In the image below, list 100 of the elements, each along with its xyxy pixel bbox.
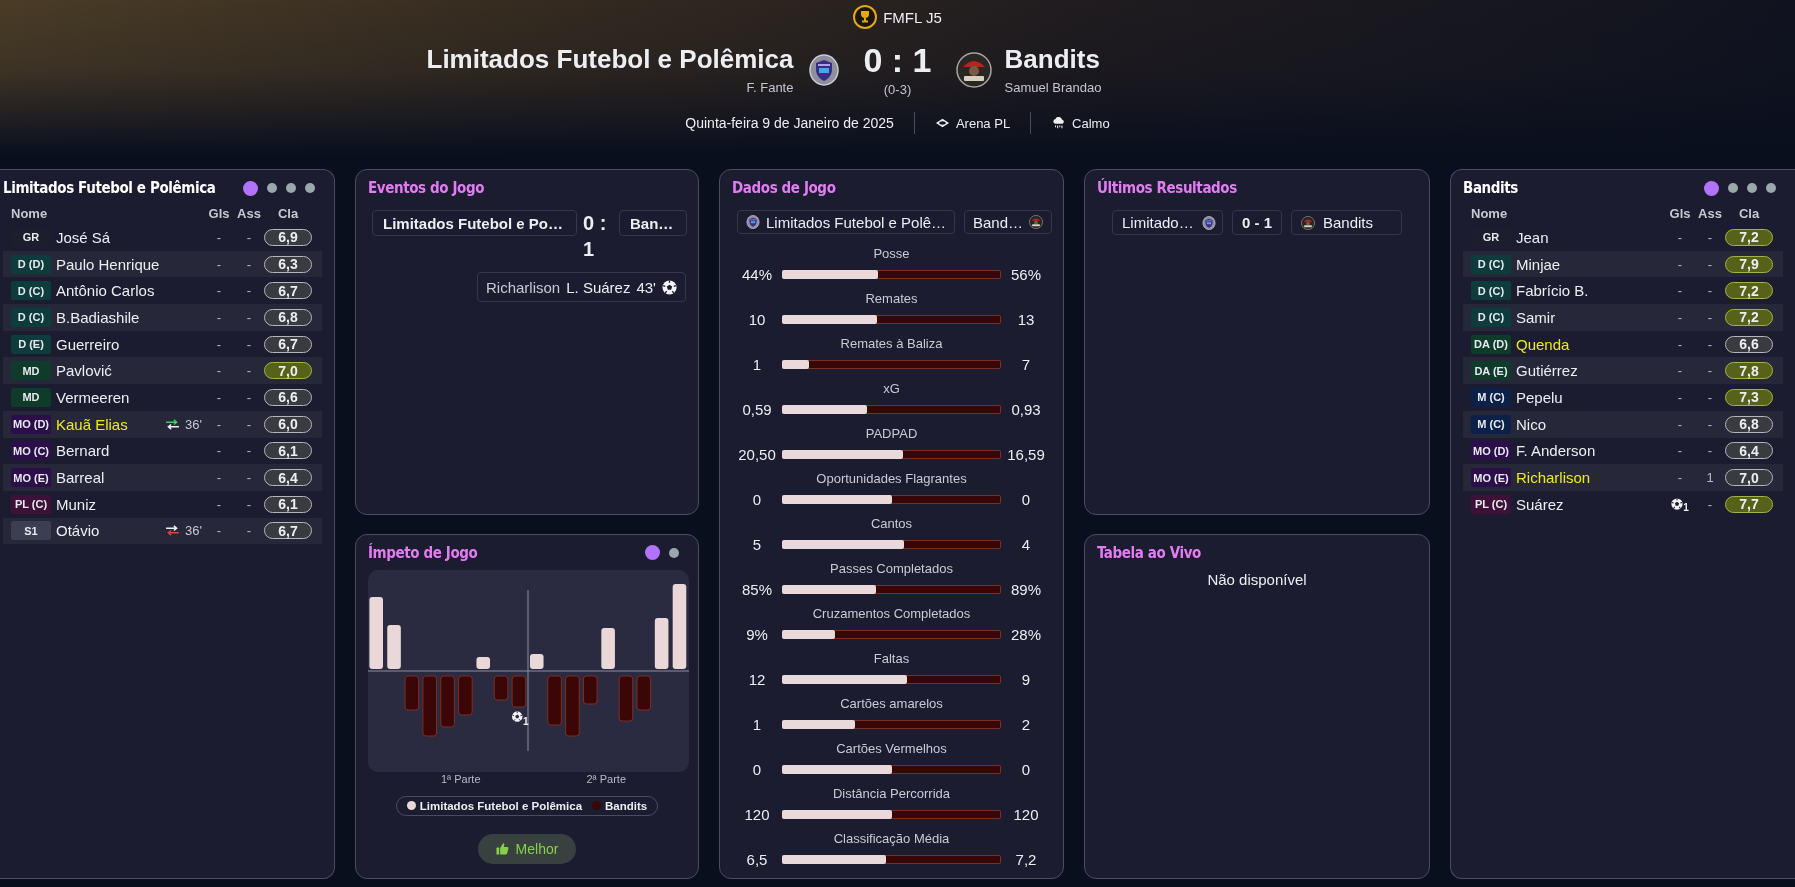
away-stat-value: 4 xyxy=(1021,535,1031,553)
assists-value: - xyxy=(1707,336,1713,352)
player-name[interactable]: Richarlison xyxy=(1516,469,1591,487)
away-coach-name: Samuel Brandao xyxy=(1004,80,1102,96)
goals-value: - xyxy=(1677,309,1683,325)
player-name[interactable]: Minjae xyxy=(1516,255,1561,273)
rain-cloud-icon xyxy=(1051,117,1067,129)
shield-crest-icon xyxy=(809,54,840,86)
rating-pill: 7,7 xyxy=(1725,495,1773,513)
home-coach-name: F. Fante xyxy=(746,80,794,96)
page-dot[interactable] xyxy=(669,547,679,558)
home-momentum-bar xyxy=(654,617,669,669)
player-name[interactable]: Jean xyxy=(1516,228,1549,246)
page-dot[interactable] xyxy=(1747,183,1757,193)
player-name[interactable]: Muniz xyxy=(56,495,96,513)
away-team-box: Band… xyxy=(964,210,1053,234)
column-header: Ass xyxy=(1697,206,1723,221)
assists-value: - xyxy=(1707,309,1713,325)
player-name[interactable]: Pepelu xyxy=(1516,388,1563,406)
assists-value: - xyxy=(246,470,252,486)
away-momentum-bar xyxy=(547,675,562,725)
event-score: 0 : 1 xyxy=(583,211,608,262)
rating-pill: 6,7 xyxy=(264,335,312,353)
page-dot[interactable] xyxy=(1728,183,1738,193)
assists-value: 1 xyxy=(1706,470,1714,486)
assists-value: - xyxy=(246,389,252,405)
position-tag: S1 xyxy=(11,521,51,541)
column-header: Cla xyxy=(1737,206,1761,221)
player-name[interactable]: Nico xyxy=(1516,415,1546,433)
position-tag: DA (E) xyxy=(1471,361,1511,381)
page-dot[interactable] xyxy=(243,180,258,196)
goals-value: - xyxy=(216,523,222,539)
player-name[interactable]: Suárez xyxy=(1516,495,1564,513)
rating-pill: 6,4 xyxy=(1725,442,1773,460)
player-name[interactable]: Barreal xyxy=(56,469,105,487)
stat-label: Remates à Baliza xyxy=(840,335,943,353)
ball-icon xyxy=(662,279,677,295)
page-dot[interactable] xyxy=(645,545,660,560)
goals-value: - xyxy=(1677,389,1683,405)
rating-pill: 6,4 xyxy=(264,469,312,487)
best-button[interactable]: Melhor xyxy=(478,833,576,864)
player-name[interactable]: Gutiérrez xyxy=(1516,362,1578,380)
page-dot[interactable] xyxy=(305,183,315,193)
goal-count: 1 xyxy=(523,715,529,727)
player-name[interactable]: Antônio Carlos xyxy=(56,282,155,300)
page-dot[interactable] xyxy=(1704,180,1719,196)
rating-pill: 6,3 xyxy=(264,255,312,273)
stat-label: Cruzamentos Completados xyxy=(812,605,971,623)
player-name[interactable]: Guerreiro xyxy=(56,335,120,353)
empty-message: Não disponível xyxy=(1207,570,1307,588)
player-name[interactable]: Bernard xyxy=(56,442,110,460)
position-tag: MO (E) xyxy=(1471,468,1511,488)
thumbs-up-icon xyxy=(495,842,509,855)
away-stat-value: 0 xyxy=(1021,760,1031,778)
away-momentum-bar xyxy=(583,675,598,704)
player-name[interactable]: Fabrício B. xyxy=(1516,282,1589,300)
away-stat-value: 28% xyxy=(1011,625,1041,643)
player-name[interactable]: Otávio xyxy=(56,522,100,540)
match-date: Quinta-feira 9 de Janeiro de 2025 xyxy=(685,115,894,131)
player-name[interactable]: Kauã Elias xyxy=(56,415,128,433)
panel-title: Dados de Jogo xyxy=(732,179,836,197)
team-title: Limitados Futebol e Polêmica xyxy=(3,179,216,197)
half-label: 1ª Parte xyxy=(439,771,482,786)
weather-label: Calmo xyxy=(1072,115,1110,131)
position-tag: MO (C) xyxy=(11,441,51,461)
player-name[interactable]: Paulo Henrique xyxy=(56,255,160,273)
player-name[interactable]: José Sá xyxy=(56,228,111,246)
match-score: 0 : 1 xyxy=(863,42,932,78)
away-momentum-bar xyxy=(618,675,634,721)
away-stat-value: 89% xyxy=(1011,580,1041,598)
goals-value: - xyxy=(216,363,222,379)
away-team-box: Bandits xyxy=(1291,210,1402,235)
player-name[interactable]: B.Badiashile xyxy=(56,308,140,326)
goal-event[interactable]: Richarlison L. Suárez 43' xyxy=(477,272,686,302)
rating-pill: 6,6 xyxy=(1725,335,1773,353)
panel-title: Ímpeto de Jogo xyxy=(368,543,478,562)
column-header: Gls xyxy=(1668,206,1692,221)
player-name[interactable]: Samir xyxy=(1516,308,1556,326)
player-name[interactable]: F. Anderson xyxy=(1516,442,1596,460)
player-name[interactable]: Pavlović xyxy=(56,362,112,380)
page-dot[interactable] xyxy=(1766,183,1776,193)
home-team-box: Limitados Futebol e Po… xyxy=(372,210,577,236)
stat-label: Cartões amarelos xyxy=(840,695,943,713)
home-team-name: Limitados Futebol e Polêmica xyxy=(426,44,794,74)
home-stat-value: 0,59 xyxy=(742,400,772,418)
rating-pill: 6,0 xyxy=(264,415,312,433)
shield-crest-icon xyxy=(746,215,760,229)
rating-pill: 7,9 xyxy=(1725,255,1773,273)
player-name[interactable]: Vermeeren xyxy=(56,388,130,406)
player-name[interactable]: Quenda xyxy=(1516,335,1570,353)
away-team-name: Bandits xyxy=(1004,44,1100,74)
scorer-player: L. Suárez xyxy=(566,278,631,296)
stat-label: Cartões Vermelhos xyxy=(836,740,947,758)
away-stat-value: 2 xyxy=(1021,715,1031,733)
home-stat-value: 5 xyxy=(752,535,762,553)
page-dot[interactable] xyxy=(267,183,277,193)
panel-title: Tabela ao Vivo xyxy=(1097,543,1201,562)
panel-title: Eventos do Jogo xyxy=(368,179,485,197)
page-dot[interactable] xyxy=(286,183,296,193)
position-tag: PL (C) xyxy=(1471,494,1511,514)
